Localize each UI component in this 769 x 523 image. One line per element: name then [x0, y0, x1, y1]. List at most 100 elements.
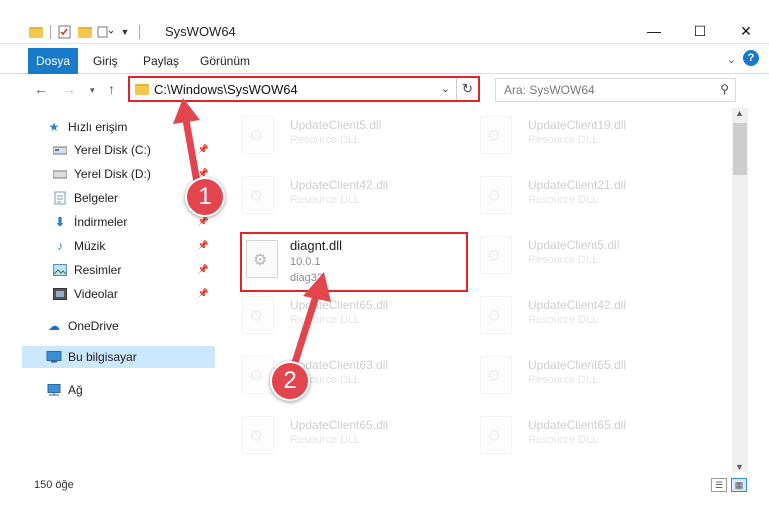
close-button[interactable]: ✕: [723, 18, 769, 44]
sidebar-item-network[interactable]: Ağ: [46, 379, 215, 401]
network-icon: [46, 383, 62, 397]
customize-toolbar-icon[interactable]: [97, 24, 113, 40]
sidebar-item-local-disk-c[interactable]: Yerel Disk (C:) 📌: [52, 139, 215, 161]
sidebar-item-label: İndirmeler: [74, 215, 128, 229]
toolbar-separator: [139, 25, 140, 39]
sidebar-item-label: Ağ: [68, 383, 83, 397]
item-count: 150 öğe: [34, 479, 74, 491]
pin-icon[interactable]: 📌: [198, 240, 209, 251]
folder-icon: [135, 84, 149, 95]
file-type: Resource DLL: [290, 134, 361, 146]
file-tile[interactable]: UpdateClient21.dll Resource DLL: [460, 170, 690, 224]
quick-access-toolbar: ▼: [28, 22, 142, 42]
tab-giris[interactable]: Giriş: [85, 48, 126, 74]
file-tile[interactable]: UpdateClient42.dll Resource DLL: [460, 290, 690, 344]
dll-file-icon: [246, 240, 278, 278]
file-tile[interactable]: UpdateClient5.dll Resource DLL: [460, 230, 690, 284]
back-arrow-icon[interactable]: ←: [34, 81, 48, 97]
dll-file-icon: [480, 176, 512, 214]
file-tile[interactable]: UpdateClient19.dll Resource DLL: [460, 110, 690, 164]
cloud-icon: ☁: [48, 319, 60, 333]
address-bar[interactable]: C:\Windows\SysWOW64 ⌄ ↻: [128, 76, 480, 102]
file-tile[interactable]: UpdateClient65.dll Resource DLL: [222, 410, 452, 464]
sidebar-item-quick-access[interactable]: ★ Hızlı erişim: [46, 116, 215, 138]
sidebar-item-label: Belgeler: [74, 191, 119, 205]
chevron-down-icon[interactable]: ▼: [117, 24, 133, 40]
file-name: UpdateClient42.dll: [290, 178, 389, 192]
file-name: diagnt.dll: [290, 238, 343, 253]
help-icon[interactable]: ?: [743, 50, 759, 66]
file-type: Resource DLL: [528, 314, 599, 326]
file-name: UpdateClient5.dll: [290, 118, 382, 132]
search-icon[interactable]: ⚲: [720, 82, 729, 96]
vertical-scrollbar[interactable]: ▲ ▼: [732, 108, 748, 472]
status-bar: 150 öğe ☰ ▦: [0, 474, 769, 496]
scroll-down-icon[interactable]: ▼: [735, 462, 744, 472]
pin-icon[interactable]: 📌: [198, 216, 209, 227]
sidebar-item-this-pc[interactable]: Bu bilgisayar: [22, 346, 215, 368]
maximize-button[interactable]: ☐: [677, 18, 723, 44]
sidebar-item-videos[interactable]: Videolar 📌: [52, 283, 215, 305]
file-tile[interactable]: UpdateClient65.dll Resource DLL: [460, 410, 690, 464]
properties-icon[interactable]: [57, 24, 73, 40]
file-type: Resource DLL: [528, 194, 599, 206]
dll-file-icon: [480, 236, 512, 274]
chevron-down-icon[interactable]: ⌄: [441, 82, 450, 95]
file-tile[interactable]: UpdateClient63.dll Resource DLL: [222, 350, 452, 404]
minimize-button[interactable]: —: [631, 18, 677, 44]
dll-file-icon: [242, 416, 274, 454]
address-path[interactable]: C:\Windows\SysWOW64: [154, 82, 298, 97]
file-list: UpdateClient5.dll Resource DLL UpdateCli…: [222, 108, 732, 464]
file-name: UpdateClient65.dll: [528, 418, 627, 432]
file-type: Resource DLL: [528, 134, 599, 146]
tab-gorunum[interactable]: Görünüm: [192, 48, 258, 74]
sidebar-item-downloads[interactable]: ⬇ İndirmeler 📌: [52, 211, 215, 233]
file-type: Resource DLL: [528, 254, 599, 266]
tiles-view-icon[interactable]: ▦: [731, 478, 747, 492]
sidebar-item-label: Yerel Disk (C:): [74, 143, 151, 157]
tab-paylas[interactable]: Paylaş: [135, 48, 187, 74]
search-input[interactable]: Ara: SysWOW64 ⚲: [495, 78, 736, 102]
file-type: Resource DLL: [528, 434, 599, 446]
file-name: UpdateClient19.dll: [528, 118, 627, 132]
navigation-pane: ★ Hızlı erişim Yerel Disk (C:) 📌 Yerel D…: [22, 108, 215, 464]
new-folder-icon[interactable]: [77, 24, 93, 40]
tab-dosya[interactable]: Dosya: [28, 48, 79, 74]
sidebar-item-label: Bu bilgisayar: [68, 350, 137, 364]
view-switcher: ☰ ▦: [711, 478, 747, 492]
file-tile[interactable]: UpdateClient65.dll Resource DLL: [222, 290, 452, 344]
file-name: UpdateClient42.dll: [528, 298, 627, 312]
file-name: UpdateClient21.dll: [528, 178, 627, 192]
expand-ribbon-icon[interactable]: ⌄: [727, 53, 736, 66]
pin-icon[interactable]: 📌: [198, 144, 209, 155]
details-view-icon[interactable]: ☰: [711, 478, 727, 492]
dll-file-icon: [242, 176, 274, 214]
file-tile[interactable]: UpdateClient42.dll Resource DLL: [222, 170, 452, 224]
star-icon: ★: [48, 120, 60, 134]
pin-icon[interactable]: 📌: [198, 264, 209, 275]
navigation-bar: ← → ▾ ↑ C:\Windows\SysWOW64 ⌄ ↻ Ara: Sys…: [0, 74, 769, 106]
dll-file-icon: [480, 416, 512, 454]
forward-arrow-icon[interactable]: →: [62, 81, 76, 97]
file-tile-diagnt[interactable]: diagnt.dll 10.0.1 diag32: [240, 232, 468, 292]
folder-icon[interactable]: [28, 24, 44, 40]
up-arrow-icon[interactable]: ↑: [108, 81, 115, 97]
file-tile[interactable]: UpdateClient65.dll Resource DLL: [460, 350, 690, 404]
drive-icon: [52, 167, 68, 181]
pictures-icon: [52, 263, 68, 277]
scroll-thumb[interactable]: [733, 123, 747, 175]
file-tile[interactable]: UpdateClient5.dll Resource DLL: [222, 110, 452, 164]
step-badge-2: 2: [270, 361, 310, 401]
dll-file-icon: [480, 356, 512, 394]
refresh-icon[interactable]: ↻: [456, 78, 478, 100]
sidebar-item-music[interactable]: ♪ Müzik 📌: [52, 235, 215, 257]
window-controls: — ☐ ✕: [631, 18, 769, 44]
scroll-up-icon[interactable]: ▲: [735, 108, 744, 118]
pin-icon[interactable]: 📌: [198, 288, 209, 299]
sidebar-item-onedrive[interactable]: ☁ OneDrive: [46, 315, 215, 337]
file-name: UpdateClient65.dll: [290, 298, 389, 312]
sidebar-item-pictures[interactable]: Resimler 📌: [52, 259, 215, 281]
dll-file-icon: [242, 356, 274, 394]
window-title: SysWOW64: [165, 24, 236, 39]
recent-locations-icon[interactable]: ▾: [90, 85, 95, 96]
